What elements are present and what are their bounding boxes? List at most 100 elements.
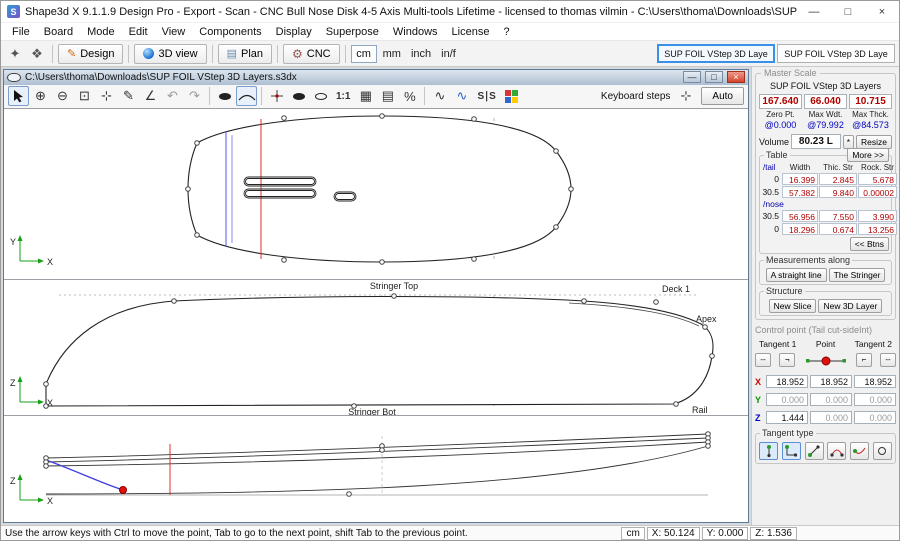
pencil-tool-icon[interactable]: ✎ xyxy=(118,86,139,106)
width-field[interactable]: 66.040 xyxy=(804,94,847,109)
table-cell[interactable]: 56.956 xyxy=(782,210,818,222)
menu-file[interactable]: File xyxy=(5,25,37,39)
table-cell[interactable]: 9.840 xyxy=(819,186,857,198)
tangent1-lock-button[interactable]: ¬ xyxy=(779,353,795,367)
close-button[interactable]: × xyxy=(865,1,899,22)
table-cell[interactable]: 13.256 xyxy=(858,223,897,235)
wave-blue-icon[interactable]: ∿ xyxy=(451,86,472,106)
new-slice-button[interactable]: New Slice xyxy=(769,299,817,313)
new-3d-layer-button[interactable]: New 3D Layer xyxy=(818,299,882,313)
tangent-type-circle-button[interactable] xyxy=(873,442,892,460)
menu-superpose[interactable]: Superpose xyxy=(319,25,386,39)
menu-license[interactable]: License xyxy=(445,25,497,39)
step-crosshair-icon[interactable]: ⊹ xyxy=(675,86,696,106)
table-cell[interactable]: 2.845 xyxy=(819,173,857,185)
lock-ratio-button[interactable]: * xyxy=(843,135,854,149)
tangent-type-vertical-button[interactable] xyxy=(759,442,778,460)
zoom-in-icon[interactable]: ⊕ xyxy=(30,86,51,106)
menu-board[interactable]: Board xyxy=(37,25,80,39)
empty-board-icon[interactable] xyxy=(310,86,331,106)
select-cursor-icon[interactable] xyxy=(8,86,29,106)
redo-icon[interactable]: ↷ xyxy=(184,86,205,106)
grid-icon[interactable]: ▦ xyxy=(355,86,376,106)
length-field[interactable]: 167.640 xyxy=(759,94,802,109)
more-button[interactable]: More >> xyxy=(847,148,889,162)
tangent2-lock-button[interactable]: ¬ xyxy=(856,353,872,367)
unit-mm[interactable]: mm xyxy=(379,48,405,60)
selected-control-point[interactable] xyxy=(120,487,127,494)
auto-button[interactable]: Auto xyxy=(701,87,744,105)
sis-icon[interactable]: S∣S xyxy=(473,86,499,106)
outline-view-panel[interactable]: Y X xyxy=(4,109,748,279)
tangent2-free-button[interactable]: -- xyxy=(880,353,896,367)
table-cell[interactable]: 0.674 xyxy=(819,223,857,235)
x-tangent2-field[interactable]: 18.952 xyxy=(854,375,896,388)
plan-button[interactable]: ▤ Plan xyxy=(218,44,272,64)
maximize-button[interactable]: □ xyxy=(831,1,865,22)
x-tangent1-field[interactable]: 18.952 xyxy=(766,375,808,388)
rocker-view-panel[interactable]: Z X xyxy=(4,415,748,522)
table-cell[interactable]: 0.00002 xyxy=(858,186,897,198)
unit-inch[interactable]: inch xyxy=(407,48,435,60)
panels-layout-icon[interactable]: ▤ xyxy=(377,86,398,106)
measure-icon[interactable]: % xyxy=(399,86,420,106)
doc-restore-button[interactable]: □ xyxy=(705,71,723,83)
tangent-type-curve-up-button[interactable] xyxy=(827,442,846,460)
table-cell[interactable]: 7.550 xyxy=(819,210,857,222)
y-point-field[interactable]: 0.000 xyxy=(810,393,852,406)
menu-display[interactable]: Display xyxy=(269,25,319,39)
zoom-out-icon[interactable]: ⊖ xyxy=(52,86,73,106)
color-palette-icon[interactable] xyxy=(501,86,522,106)
z-tangent1-field[interactable]: 1.444 xyxy=(766,411,808,424)
table-cell[interactable]: 57.382 xyxy=(782,186,818,198)
tool-b-icon[interactable]: ❖ xyxy=(27,44,47,64)
tangent1-free-button[interactable]: -- xyxy=(755,353,771,367)
doc-close-button[interactable]: × xyxy=(727,71,745,83)
menu-edit[interactable]: Edit xyxy=(122,25,155,39)
3d-view-button[interactable]: 3D view xyxy=(134,44,206,64)
btns-button[interactable]: << Btns xyxy=(850,237,889,251)
table-cell[interactable]: 3.990 xyxy=(858,210,897,222)
wave-dark-icon[interactable]: ∿ xyxy=(429,86,450,106)
menu-windows[interactable]: Windows xyxy=(386,25,445,39)
table-cell[interactable]: 18.296 xyxy=(782,223,818,235)
profile-view-panel[interactable]: Stringer Top Deck 1 Apex Rail Stringer B… xyxy=(4,279,748,415)
resize-button[interactable]: Resize xyxy=(856,135,892,149)
document-title-bar[interactable]: C:\Users\thoma\Downloads\SUP FOIL VStep … xyxy=(4,70,748,85)
table-cell[interactable]: 5.678 xyxy=(858,173,897,185)
y-tangent1-field[interactable]: 0.000 xyxy=(766,393,808,406)
thickness-field[interactable]: 10.715 xyxy=(849,94,892,109)
menu-view[interactable]: View xyxy=(155,25,193,39)
zoom-area-icon[interactable]: ⊡ xyxy=(74,86,95,106)
pan-icon[interactable]: ⊹ xyxy=(96,86,117,106)
menu-help[interactable]: ? xyxy=(496,25,516,39)
profile-view-icon[interactable] xyxy=(236,86,257,106)
unit-cm-selected[interactable]: cm xyxy=(351,45,377,63)
y-tangent2-field[interactable]: 0.000 xyxy=(854,393,896,406)
filled-board-icon[interactable] xyxy=(288,86,309,106)
z-tangent2-field[interactable]: 0.000 xyxy=(854,411,896,424)
the-stringer-button[interactable]: The Stringer xyxy=(829,268,886,282)
tangent-type-diagonal-button[interactable] xyxy=(805,442,824,460)
protractor-icon[interactable]: ∠ xyxy=(140,86,161,106)
undo-icon[interactable]: ↶ xyxy=(162,86,183,106)
cnc-button[interactable]: ⚙ CNC xyxy=(283,44,340,64)
slices-view-icon[interactable] xyxy=(266,86,287,106)
doc-minimize-button[interactable]: — xyxy=(683,71,701,83)
x-point-field[interactable]: 18.952 xyxy=(810,375,852,388)
tool-a-icon[interactable]: ✦ xyxy=(5,44,25,64)
z-point-field[interactable]: 0.000 xyxy=(810,411,852,424)
table-cell[interactable]: 16.399 xyxy=(782,173,818,185)
board-tab-active[interactable]: SUP FOIL VStep 3D Laye xyxy=(657,44,775,63)
straight-line-button[interactable]: A straight line xyxy=(766,268,827,282)
menu-components[interactable]: Components xyxy=(192,25,268,39)
outline-view-icon[interactable] xyxy=(214,86,235,106)
tangent-type-corner-button[interactable] xyxy=(782,442,801,460)
board-tab[interactable]: SUP FOIL VStep 3D Laye xyxy=(777,44,895,63)
menu-mode[interactable]: Mode xyxy=(80,25,122,39)
design-mode-button[interactable]: ✎ Design xyxy=(58,44,123,64)
unit-inf[interactable]: in/f xyxy=(437,48,460,60)
one-to-one-zoom[interactable]: 1:1 xyxy=(332,86,354,106)
minimize-button[interactable]: — xyxy=(797,1,831,22)
tangent-type-curve-s-button[interactable] xyxy=(850,442,869,460)
